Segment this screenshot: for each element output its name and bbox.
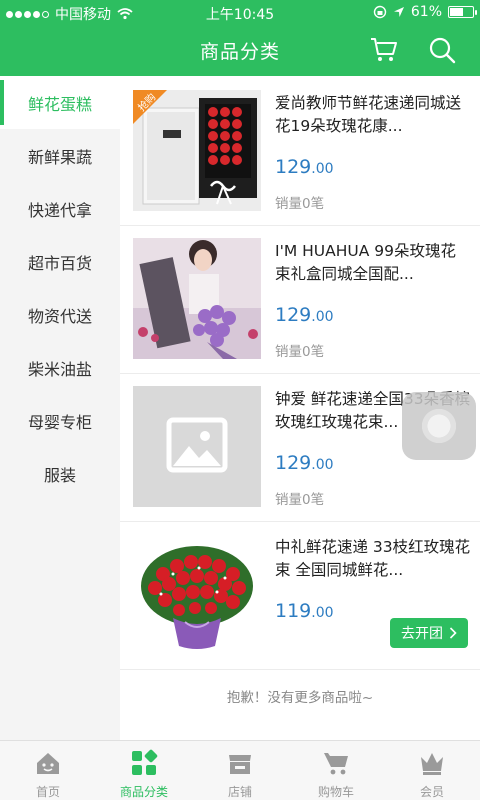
header-bar: 商品分类 (0, 24, 480, 76)
sidebar-item-flowers-cake[interactable]: 鲜花蛋糕 (0, 76, 120, 129)
product-card[interactable]: 抢购 爱尚教师节鲜花速递同城送花19朵玫瑰花康... 129.00 销量0笔 (120, 78, 480, 226)
price-integer: 129 (275, 452, 312, 474)
tab-category-label: 商品分类 (119, 785, 168, 799)
product-sales: 销量0笔 (275, 344, 325, 360)
crown-icon (421, 753, 443, 775)
tab-shop[interactable]: 店铺 (192, 741, 288, 800)
product-sales: 销量0笔 (275, 492, 325, 508)
search-icon[interactable] (428, 36, 456, 64)
category-icon (132, 749, 158, 775)
price-integer: 129 (275, 156, 312, 178)
sidebar-item-mother-baby[interactable]: 母婴专柜 (0, 394, 120, 447)
cart-icon[interactable] (370, 37, 398, 63)
product-title[interactable]: 爱尚教师节鲜花速递同城送花19朵玫瑰花康... (275, 92, 471, 138)
product-price: 129.00 (275, 156, 334, 178)
group-buy-label: 去开团 (401, 626, 443, 642)
sidebar-item-clothing[interactable]: 服装 (0, 447, 120, 500)
tab-cart[interactable]: 购物车 (288, 741, 384, 800)
product-sales: 销量0笔 (275, 196, 325, 212)
product-title[interactable]: 中礼鲜花速递 33枝红玫瑰花束 全国同城鲜花... (275, 536, 471, 582)
price-integer: 119 (275, 600, 312, 622)
cart-icon (324, 753, 348, 775)
location-icon (393, 7, 404, 17)
home-icon (37, 753, 59, 774)
lock-rotation-icon (373, 5, 387, 19)
image-placeholder-icon (133, 386, 261, 507)
assistive-touch-icon (419, 406, 459, 446)
bottom-tab-bar: 首页 商品分类 店铺 购物车 会员 (0, 740, 480, 800)
product-price: 119.00 (275, 600, 334, 622)
sidebar-item-express-pickup[interactable]: 快递代拿 (0, 182, 120, 235)
product-image[interactable] (133, 238, 261, 359)
price-decimal: .00 (311, 457, 334, 473)
category-sidebar: 鲜花蛋糕 新鲜果蔬 快递代拿 超市百货 物资代送 柴米油盐 母婴专柜 服装 (0, 76, 120, 740)
tab-member-label: 会员 (419, 785, 444, 799)
tab-cart-label: 购物车 (317, 785, 354, 799)
price-decimal: .00 (311, 605, 334, 621)
product-card[interactable]: 中礼鲜花速递 33枝红玫瑰花束 全国同城鲜花... 119.00 去开团 (120, 522, 480, 670)
sidebar-item-delivery[interactable]: 物资代送 (0, 288, 120, 341)
tab-member[interactable]: 会员 (384, 741, 480, 800)
price-integer: 129 (275, 304, 312, 326)
page-title: 商品分类 (199, 41, 280, 63)
status-bar: 中国移动 上午10:45 61% (0, 0, 480, 24)
product-title[interactable]: I'M HUAHUA 99朵玫瑰花束礼盒同城全国配... (275, 240, 471, 286)
tab-home[interactable]: 首页 (0, 741, 96, 800)
shop-icon (229, 755, 251, 774)
tab-home-label: 首页 (35, 785, 60, 799)
product-image[interactable]: 抢购 (133, 90, 261, 211)
sidebar-item-groceries[interactable]: 柴米油盐 (0, 341, 120, 394)
product-price: 129.00 (275, 452, 334, 474)
tab-category[interactable]: 商品分类 (96, 741, 192, 800)
sidebar-item-fruits-vegetables[interactable]: 新鲜果蔬 (0, 129, 120, 182)
battery-percent: 61% (410, 4, 442, 20)
price-decimal: .00 (311, 161, 334, 177)
sidebar-item-supermarket[interactable]: 超市百货 (0, 235, 120, 288)
chevron-right-icon (449, 627, 457, 639)
start-group-buy-button[interactable]: 去开团 (390, 618, 468, 648)
no-more-products-text: 抱歉！没有更多商品啦~ (226, 690, 374, 706)
product-card[interactable]: I'M HUAHUA 99朵玫瑰花束礼盒同城全国配... 129.00 销量0笔 (120, 226, 480, 374)
product-image-placeholder[interactable] (133, 386, 261, 507)
assistive-touch-button[interactable] (402, 392, 476, 460)
tab-shop-label: 店铺 (227, 785, 252, 799)
price-decimal: .00 (311, 309, 334, 325)
battery-icon (448, 6, 477, 18)
product-price: 129.00 (275, 304, 334, 326)
product-image[interactable] (133, 534, 261, 655)
